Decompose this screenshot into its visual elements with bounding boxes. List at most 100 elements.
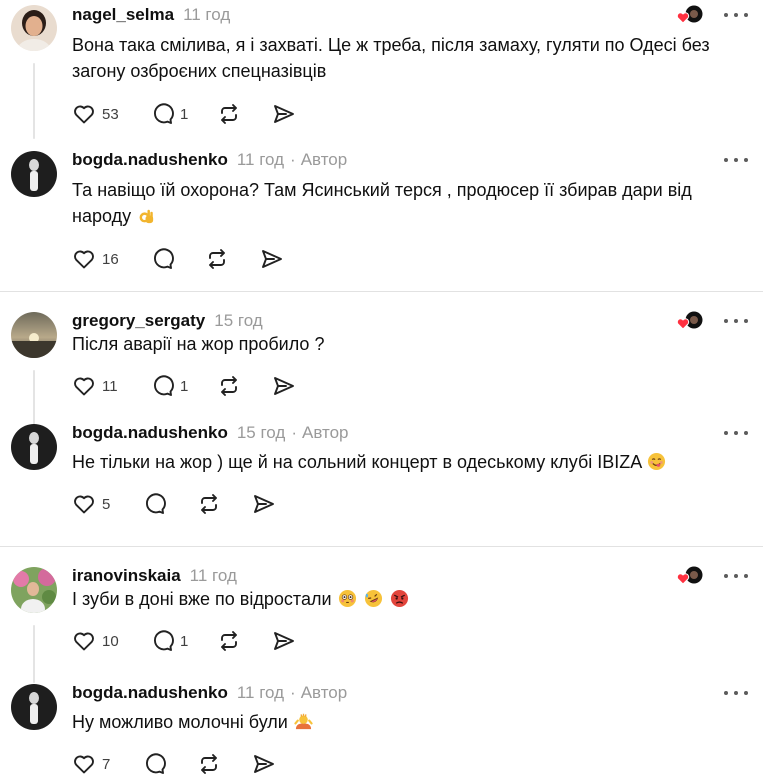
repost-icon xyxy=(209,249,225,269)
comment-text: Після аварії на жор пробило ? xyxy=(72,334,325,354)
send-icon xyxy=(274,105,294,123)
like-button[interactable]: 5 xyxy=(72,492,142,516)
reply-count: 1 xyxy=(180,105,189,123)
reply-button[interactable]: 1 xyxy=(150,629,217,653)
like-button[interactable]: 10 xyxy=(72,629,150,653)
avatar[interactable] xyxy=(11,684,57,730)
avatar[interactable] xyxy=(11,312,57,358)
comment-text: Та навіщо їй охорона? Там Ясинський терс… xyxy=(72,180,692,226)
send-icon xyxy=(274,632,294,650)
like-count: 16 xyxy=(102,250,119,268)
more-options-button[interactable] xyxy=(724,688,748,698)
heart-outline-icon xyxy=(74,495,94,514)
send-icon xyxy=(254,495,274,513)
avatar[interactable] xyxy=(11,424,57,470)
send-icon xyxy=(262,250,282,268)
timestamp[interactable]: 11 год xyxy=(237,150,284,170)
comment-actions: 7 xyxy=(72,752,282,776)
share-button[interactable] xyxy=(252,752,282,776)
repost-button[interactable] xyxy=(217,374,272,398)
repost-button[interactable] xyxy=(205,247,260,271)
comment-actions: 53 1 xyxy=(72,102,302,126)
like-count: 10 xyxy=(102,632,119,650)
thread-line xyxy=(33,370,35,428)
separator-dot: · xyxy=(290,683,296,702)
comment-header: bogda.nadushenko 15 год · Автор xyxy=(72,422,349,444)
comment-group: iranovinskaia 11 год І зуби в доні вже п… xyxy=(0,546,763,781)
timestamp[interactable]: 15 год xyxy=(214,311,262,331)
flushed-face-emoji xyxy=(338,589,356,608)
liked-by-author-badge xyxy=(676,565,704,587)
heart-outline-icon xyxy=(74,250,94,269)
username[interactable]: bogda.nadushenko xyxy=(72,423,228,443)
username[interactable]: nagel_selma xyxy=(72,5,174,25)
comment-text: І зуби в доні вже по відростали xyxy=(72,586,722,612)
separator-dot: · xyxy=(291,423,297,442)
username[interactable]: iranovinskaia xyxy=(72,566,181,586)
speech-bubble-icon xyxy=(154,630,174,651)
more-options-button[interactable] xyxy=(724,10,748,20)
share-button[interactable] xyxy=(272,629,302,653)
comment-group: nagel_selma 11 год Вона така смілива, я … xyxy=(0,0,763,291)
liked-by-author-badge xyxy=(676,310,704,332)
reply-button[interactable]: 1 xyxy=(150,374,217,398)
username[interactable]: bogda.nadushenko xyxy=(72,150,228,170)
rofl-face-emoji xyxy=(364,589,382,608)
like-count: 11 xyxy=(102,377,118,395)
comment-actions: 16 xyxy=(72,247,290,271)
repost-button[interactable] xyxy=(217,629,272,653)
heart-outline-icon xyxy=(74,377,94,396)
repost-button[interactable] xyxy=(217,102,272,126)
share-button[interactable] xyxy=(260,247,290,271)
speech-bubble-icon xyxy=(154,375,174,396)
speech-bubble-icon xyxy=(154,103,174,124)
avatar[interactable] xyxy=(11,151,57,197)
share-button[interactable] xyxy=(272,374,302,398)
more-options-button[interactable] xyxy=(724,571,748,581)
speech-bubble-icon xyxy=(146,753,166,774)
shrug-emoji xyxy=(294,713,313,730)
like-button[interactable]: 11 xyxy=(72,374,150,398)
timestamp[interactable]: 11 год xyxy=(237,683,284,703)
repost-icon xyxy=(201,754,217,774)
comment-text: Не тільки на жор ) ще й на сольний конце… xyxy=(72,449,722,475)
repost-button[interactable] xyxy=(197,752,252,776)
reply-button[interactable] xyxy=(142,492,197,516)
ok-hand-emoji xyxy=(139,209,154,224)
username[interactable]: bogda.nadushenko xyxy=(72,683,228,703)
timestamp[interactable]: 15 год xyxy=(237,423,285,443)
reply-button[interactable] xyxy=(150,247,205,271)
comment-text: Ну можливо молочні були xyxy=(72,709,722,735)
share-button[interactable] xyxy=(272,102,302,126)
send-icon xyxy=(254,755,274,773)
like-button[interactable]: 53 xyxy=(72,102,150,126)
heart-outline-icon xyxy=(74,105,94,124)
speech-bubble-icon xyxy=(146,493,166,514)
timestamp[interactable]: 11 год xyxy=(183,5,230,25)
reply-button[interactable]: 1 xyxy=(150,102,217,126)
comment-group: gregory_sergaty 15 год Після аварії на ж… xyxy=(0,291,763,546)
more-options-button[interactable] xyxy=(724,428,748,438)
comment-text: Вона така смілива, я і захваті. Це ж тре… xyxy=(72,35,710,81)
more-options-button[interactable] xyxy=(724,155,748,165)
avatar[interactable] xyxy=(11,567,57,613)
more-options-button[interactable] xyxy=(724,316,748,326)
thread-line xyxy=(33,63,35,139)
like-button[interactable]: 7 xyxy=(72,752,142,776)
repost-button[interactable] xyxy=(197,492,252,516)
like-count: 53 xyxy=(102,105,119,123)
reply-button[interactable] xyxy=(142,752,197,776)
avatar[interactable] xyxy=(11,5,57,51)
comment-actions: 5 xyxy=(72,492,282,516)
angry-face-emoji xyxy=(390,589,408,608)
heart-outline-icon xyxy=(74,632,94,651)
liked-by-author-badge xyxy=(676,4,704,26)
timestamp[interactable]: 11 год xyxy=(190,566,237,586)
reply-count: 1 xyxy=(180,632,189,650)
share-button[interactable] xyxy=(252,492,282,516)
like-button[interactable]: 16 xyxy=(72,247,150,271)
repost-icon xyxy=(221,631,237,651)
username[interactable]: gregory_sergaty xyxy=(72,311,205,331)
comment-header: gregory_sergaty 15 год xyxy=(72,310,263,332)
thread-line xyxy=(33,625,35,683)
